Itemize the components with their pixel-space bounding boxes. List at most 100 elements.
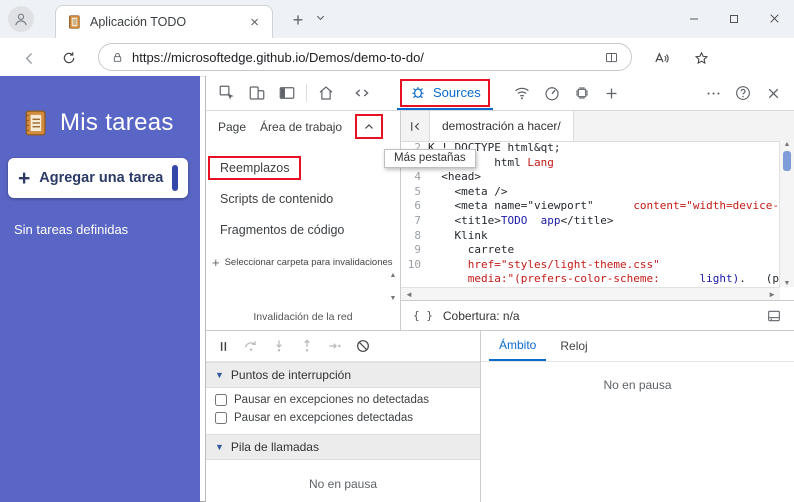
scroll-up-icon[interactable]: ▲ (784, 141, 791, 148)
select-folder-label: Seleccionar carpeta para invalidaciones (224, 257, 393, 268)
select-folder-button[interactable]: + Seleccionar carpeta para invalidacione… (206, 245, 400, 270)
tab-list-chevron-icon[interactable] (314, 11, 327, 24)
pause-icon[interactable] (216, 339, 231, 354)
line-content: carrete (428, 243, 515, 257)
pretty-print-icon[interactable]: { } (413, 309, 433, 322)
editor-horizontal-scrollbar[interactable]: ◄ ► (401, 287, 780, 300)
performance-icon[interactable] (539, 78, 565, 108)
more-tabs-button[interactable] (355, 114, 384, 139)
line-number[interactable]: 8 (401, 229, 428, 244)
sources-icon (409, 83, 427, 101)
more-tools-plus-icon[interactable] (599, 78, 625, 108)
nav-item-content-scripts[interactable]: Scripts de contenido (206, 183, 400, 214)
welcome-home-icon[interactable] (313, 78, 339, 108)
add-task-label: Agregar una tarea (39, 170, 164, 186)
content-scripts-label: Scripts de contenido (220, 191, 334, 206)
file-tab[interactable]: demostración a hacer/ (429, 111, 574, 141)
scroll-left-icon[interactable]: ◄ (405, 290, 413, 299)
tab-watch[interactable]: Reloj (550, 331, 597, 361)
window-controls (674, 0, 794, 37)
profile-button[interactable] (8, 6, 34, 32)
split-screen-icon[interactable] (604, 50, 619, 65)
step-over-icon[interactable] (243, 338, 259, 354)
tab-strip-left-arrow-icon[interactable] (401, 111, 429, 141)
scope-tabs: Ámbito Reloj (481, 331, 794, 362)
maximize-button[interactable] (714, 0, 754, 37)
favorites-star-button[interactable] (688, 45, 714, 71)
todo-app-header: Mis tareas (0, 76, 200, 138)
step-out-icon[interactable] (299, 338, 315, 354)
callstack-section-header[interactable]: ▼ Pila de llamadas (206, 434, 480, 460)
back-button[interactable] (16, 45, 42, 71)
read-aloud-button[interactable] (648, 45, 674, 71)
add-task-caret (172, 165, 178, 191)
line-number[interactable]: 9 (401, 243, 428, 258)
elements-code-icon[interactable] (349, 78, 375, 108)
scroll-down-icon[interactable]: ▼ (784, 280, 791, 287)
new-tab-button[interactable]: + (286, 8, 310, 32)
more-tabs-tooltip: Más pestañas (384, 149, 476, 168)
scroll-up-icon[interactable]: ▲ (390, 272, 397, 279)
step-icon[interactable] (327, 338, 343, 354)
scroll-thumb[interactable] (783, 151, 791, 171)
scroll-right-icon[interactable]: ► (768, 290, 776, 299)
line-number[interactable]: 6 (401, 199, 428, 214)
tab-scope[interactable]: Ámbito (489, 331, 547, 361)
network-icon[interactable] (509, 78, 535, 108)
devtools-panel: Sources Page Área de trabajo Reemplazos … (205, 76, 794, 502)
tab-close-icon[interactable]: × (247, 14, 262, 31)
more-options-icon[interactable] (700, 78, 726, 108)
tab-title: Aplicación TODO (90, 15, 187, 29)
line-number[interactable]: 10 (401, 258, 428, 273)
line-number[interactable]: 5 (401, 185, 428, 200)
network-override-label: Invalidación de la red (253, 311, 353, 323)
console-drawer-icon[interactable] (766, 308, 782, 324)
line-content: <meta name="viewport" content="width=dev… (428, 199, 780, 213)
browser-tab[interactable]: Aplicación TODO × (55, 5, 273, 38)
scope-pane: Ámbito Reloj No en pausa (481, 331, 794, 502)
pause-uncaught-checkbox[interactable] (215, 394, 227, 406)
scroll-down-icon[interactable]: ▼ (390, 295, 397, 302)
tab-sources[interactable]: Sources (397, 76, 493, 110)
plus-icon: + (18, 166, 31, 190)
nav-item-overrides[interactable]: Reemplazos (206, 152, 400, 183)
navigator-scrollbar[interactable]: ▲ ▼ (387, 272, 399, 302)
empty-state-text: Sin tareas definidas (14, 222, 129, 237)
sources-bottom-panes: ▼ Puntos de interrupción Pausar en excep… (206, 330, 794, 502)
deactivate-breakpoints-icon[interactable] (355, 338, 371, 354)
breakpoints-section-header[interactable]: ▼ Puntos de interrupción (206, 362, 480, 388)
address-bar[interactable]: https://microsoftedge.github.io/Demos/de… (98, 43, 632, 71)
minimize-button[interactable] (674, 0, 714, 37)
add-task-button[interactable]: + Agregar una tarea (8, 158, 188, 198)
close-devtools-icon[interactable] (760, 78, 786, 108)
refresh-button[interactable] (56, 45, 82, 71)
memory-icon[interactable] (569, 78, 595, 108)
inspect-icon[interactable] (214, 78, 240, 108)
callstack-header-label: Pila de llamadas (230, 440, 319, 454)
help-icon[interactable] (730, 78, 756, 108)
code-line: 9 carrete (401, 243, 780, 258)
tab-workspace[interactable]: Área de trabajo (254, 116, 348, 138)
pause-caught-label: Pausar en excepciones detectadas (234, 412, 414, 424)
devtools-toolbar: Sources (206, 76, 794, 111)
close-window-button[interactable] (754, 0, 794, 37)
pause-caught-checkbox[interactable] (215, 412, 227, 424)
sources-top-panes: Page Área de trabajo Reemplazos Scripts … (206, 111, 794, 330)
scope-status: No en pausa (603, 378, 672, 392)
browser-navbar: https://microsoftedge.github.io/Demos/de… (0, 38, 794, 77)
line-number[interactable] (401, 272, 428, 287)
pause-uncaught-row[interactable]: Pausar en excepciones no detectadas (206, 388, 480, 406)
dock-side-icon[interactable] (274, 78, 300, 108)
editor-pane: demostración a hacer/ 2K ! DOCTYPE html&… (401, 111, 794, 330)
device-toolbar-icon[interactable] (244, 78, 270, 108)
line-content: <tit1e>TODO app</title> (428, 213, 614, 227)
line-number[interactable]: 7 (401, 214, 428, 229)
tab-page[interactable]: Page (212, 116, 252, 138)
line-number[interactable]: 4 (401, 170, 428, 185)
editor-status-bar: { } Cobertura: n/a (401, 300, 794, 330)
nav-item-snippets[interactable]: Fragmentos de código (206, 214, 400, 245)
editor-vertical-scrollbar[interactable]: ▲ ▼ (779, 141, 794, 287)
pause-caught-row[interactable]: Pausar en excepciones detectadas (206, 406, 480, 424)
breakpoints-header-label: Puntos de interrupción (230, 368, 351, 382)
step-into-icon[interactable] (271, 338, 287, 354)
